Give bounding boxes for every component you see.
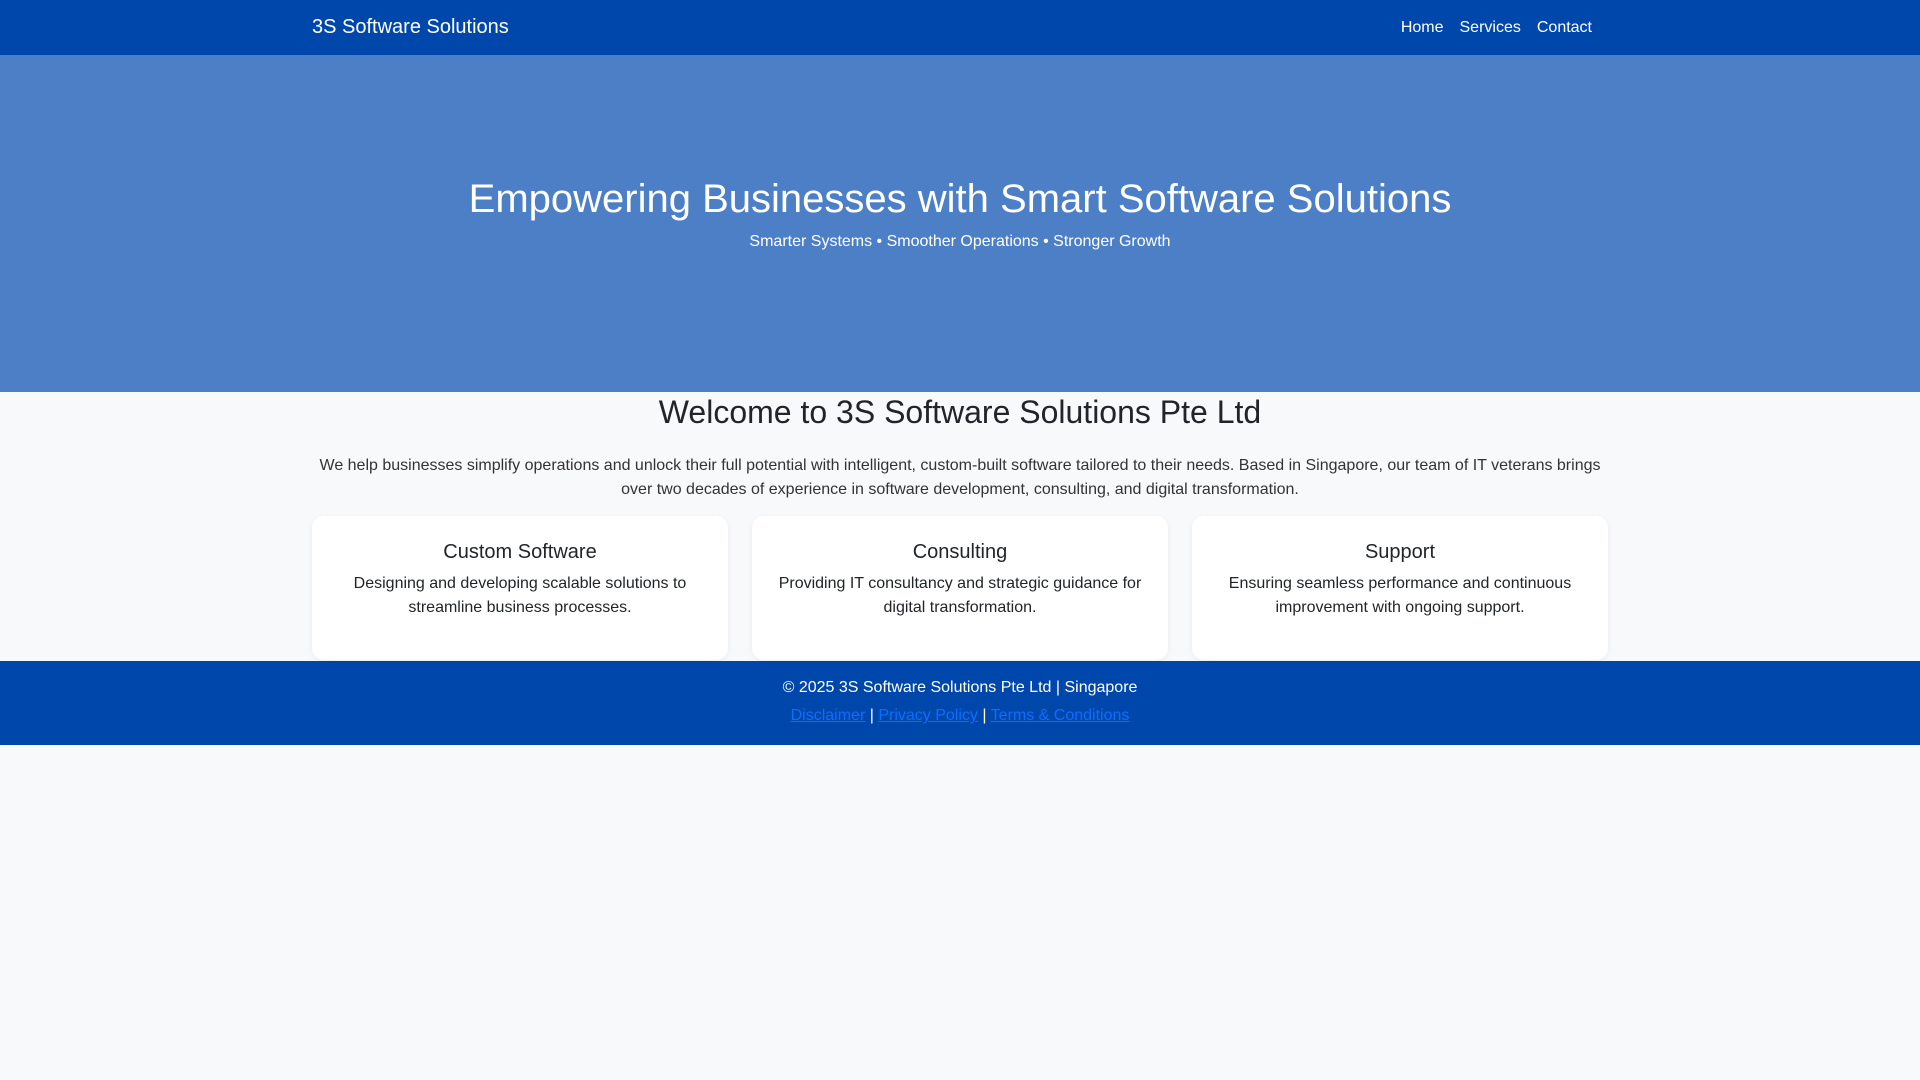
- nav-link-home[interactable]: Home: [1393, 19, 1452, 37]
- service-card-consulting: Consulting Providing IT consultancy and …: [752, 516, 1168, 661]
- nav-links: Home Services Contact: [1393, 19, 1600, 37]
- service-card-text: Providing IT consultancy and strategic g…: [778, 575, 1142, 617]
- footer-link-privacy-policy[interactable]: Privacy Policy: [878, 707, 978, 724]
- hero-banner: Empowering Businesses with Smart Softwar…: [0, 55, 1920, 392]
- service-card-support: Support Ensuring seamless performance an…: [1192, 516, 1608, 661]
- welcome-title: Welcome to 3S Software Solutions Pte Ltd: [658, 394, 1262, 430]
- hero-title: Empowering Businesses with Smart Softwar…: [468, 177, 1452, 221]
- service-card-text: Designing and developing scalable soluti…: [353, 575, 687, 617]
- navbar-container: 3S Software Solutions Home Services Cont…: [312, 0, 1608, 55]
- service-card-text: Ensuring seamless performance and contin…: [1228, 575, 1572, 617]
- service-card-title: Support: [1364, 541, 1436, 564]
- welcome-text: We help businesses simplify operations a…: [319, 457, 1601, 499]
- top-navbar: 3S Software Solutions Home Services Cont…: [0, 0, 1920, 55]
- hero-subtitle: Smarter Systems • Smoother Operations • …: [749, 233, 1171, 250]
- footer-separator: |: [869, 707, 874, 725]
- service-card-title: Custom Software: [443, 541, 597, 564]
- footer-link-disclaimer[interactable]: Disclaimer: [791, 707, 866, 724]
- services-cards: Custom Software Designing and developing…: [312, 516, 1608, 661]
- nav-link-services[interactable]: Services: [1452, 19, 1529, 37]
- brand-logo-link[interactable]: 3S Software Solutions: [312, 16, 509, 39]
- service-card-title: Consulting: [912, 541, 1008, 564]
- footer-separator: |: [982, 707, 987, 725]
- footer-copyright: © 2025 3S Software Solutions Pte Ltd | S…: [782, 679, 1138, 697]
- service-card-custom-software: Custom Software Designing and developing…: [312, 516, 728, 661]
- page-footer: © 2025 3S Software Solutions Pte Ltd | S…: [0, 661, 1920, 746]
- footer-link-terms-conditions[interactable]: Terms & Conditions: [991, 707, 1130, 724]
- footer-links: Disclaimer | Privacy Policy | Terms & Co…: [0, 706, 1920, 726]
- welcome-section: Welcome to 3S Software Solutions Pte Ltd…: [312, 392, 1608, 661]
- nav-link-contact[interactable]: Contact: [1529, 19, 1600, 37]
